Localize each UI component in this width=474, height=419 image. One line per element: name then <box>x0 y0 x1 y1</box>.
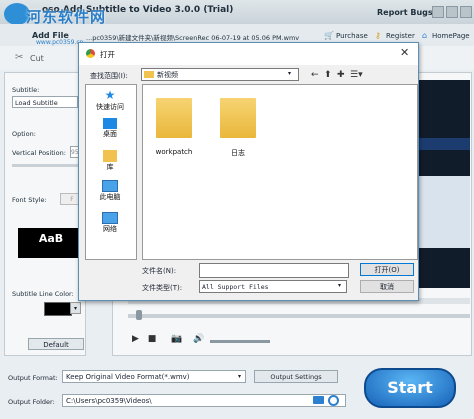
open-button[interactable]: 打开(O) <box>360 263 414 276</box>
close-button[interactable] <box>460 6 472 18</box>
output-format-select[interactable]: Keep Original Video Format(*.wmv) <box>62 370 246 383</box>
file-name: 日志 <box>231 149 245 157</box>
star-icon: ★ <box>104 88 116 102</box>
sidebar-item-this-pc[interactable]: 此电脑 <box>85 180 135 202</box>
line-color-label: Subtitle Line Color: <box>12 290 74 298</box>
back-icon[interactable]: ← <box>311 70 319 80</box>
seek-bar[interactable] <box>128 314 470 318</box>
vertical-position-slider[interactable] <box>12 164 82 167</box>
folder-icon <box>156 98 192 138</box>
default-button[interactable]: Default <box>28 338 84 350</box>
sidebar-item-label: 快速访问 <box>96 103 124 111</box>
register-link[interactable]: Register <box>386 32 415 40</box>
chevron-down-icon[interactable]: ▾ <box>70 302 81 314</box>
video-preview-content <box>418 176 470 248</box>
desktop-icon <box>103 118 117 129</box>
view-menu-icon[interactable]: ☰▾ <box>350 70 363 80</box>
purchase-link[interactable]: Purchase <box>336 32 368 40</box>
sidebar-item-label: 此电脑 <box>99 193 121 201</box>
line-color-swatch[interactable] <box>44 302 72 316</box>
sidebar-item-quick-access[interactable]: ★ 快速访问 <box>85 88 135 112</box>
stop-icon[interactable]: ■ <box>148 334 157 344</box>
folder-icon <box>220 98 256 138</box>
output-format-label: Output Format: <box>8 374 58 382</box>
current-file-path: ...pc0359\新建文件夹\新视频\ScreenRec 06-07-19 a… <box>86 34 300 42</box>
volume-icon[interactable]: 🔊 <box>193 334 204 344</box>
playback-controls: ▶ ■ 📷 🔊 <box>132 334 205 344</box>
sidebar-item-library[interactable]: 库 <box>85 150 135 172</box>
video-preview-window <box>418 138 470 150</box>
cut-button[interactable]: Cut <box>30 54 44 63</box>
output-folder-input[interactable]: C:\Users\pc0359\Videos\ <box>62 394 346 407</box>
report-bugs-link[interactable]: Report Bugs <box>377 8 433 17</box>
watermark-url: www.pc0359.cn <box>36 39 84 46</box>
cart-icon: 🛒 <box>324 31 334 40</box>
seek-handle[interactable] <box>136 310 142 320</box>
folder-icon[interactable] <box>313 396 324 404</box>
file-name-input[interactable] <box>199 263 349 278</box>
scissors-icon: ✂ <box>15 52 24 63</box>
subtitle-select[interactable]: Load Subtitle <box>12 96 78 108</box>
file-name-label: 文件名(N): <box>142 267 177 275</box>
volume-slider[interactable] <box>210 340 270 343</box>
close-icon[interactable]: ✕ <box>400 46 409 59</box>
play-icon[interactable]: ▶ <box>132 334 139 344</box>
look-in-label: 查找范围(I): <box>90 72 128 80</box>
up-folder-icon[interactable]: ⬆ <box>324 70 332 80</box>
dialog-title: 打开 <box>100 50 115 59</box>
dialog-title-bar <box>79 43 418 65</box>
key-icon: ⚷ <box>375 31 381 40</box>
sidebar-item-network[interactable]: 网络 <box>85 212 135 234</box>
computer-icon <box>102 180 118 192</box>
network-icon <box>102 212 118 224</box>
sidebar-item-label: 库 <box>106 163 114 171</box>
output-folder-label: Output Folder: <box>8 398 55 406</box>
output-settings-button[interactable]: Output Settings <box>254 370 338 383</box>
cancel-button[interactable]: 取消 <box>360 280 414 293</box>
sidebar-item-desktop[interactable]: 桌面 <box>85 118 135 139</box>
maximize-button[interactable] <box>446 6 458 18</box>
folder-icon <box>144 71 154 78</box>
chevron-down-icon[interactable]: ▾ <box>288 70 291 77</box>
app-logo-icon <box>86 49 95 58</box>
library-icon <box>103 150 117 162</box>
new-folder-icon[interactable]: ✚ <box>337 70 345 80</box>
file-type-label: 文件类型(T): <box>142 284 183 292</box>
minimize-button[interactable] <box>432 6 444 18</box>
file-type-select[interactable]: All Support Files <box>199 280 347 293</box>
sidebar-item-label: 桌面 <box>103 130 117 138</box>
list-item[interactable]: workpatch <box>144 98 204 156</box>
start-button[interactable]: Start <box>364 368 456 408</box>
search-icon[interactable] <box>328 395 339 406</box>
chevron-down-icon[interactable]: ▾ <box>234 371 245 382</box>
file-name: workpatch <box>155 148 193 156</box>
chevron-down-icon[interactable]: ▾ <box>338 282 341 289</box>
camera-icon[interactable]: 📷 <box>171 334 182 344</box>
sidebar-item-label: 网络 <box>103 225 117 233</box>
list-item[interactable]: 日志 <box>208 98 268 158</box>
home-icon: ⌂ <box>422 31 428 40</box>
subtitle-label: Subtitle: <box>12 86 40 94</box>
font-preview: AaB <box>18 228 84 258</box>
look-in-select[interactable]: 新视频 <box>141 68 299 81</box>
option-label: Option: <box>12 130 36 138</box>
homepage-link[interactable]: HomePage <box>432 32 470 40</box>
vertical-position-label: Vertical Position: <box>12 149 66 157</box>
font-style-label: Font Style: <box>12 196 47 204</box>
